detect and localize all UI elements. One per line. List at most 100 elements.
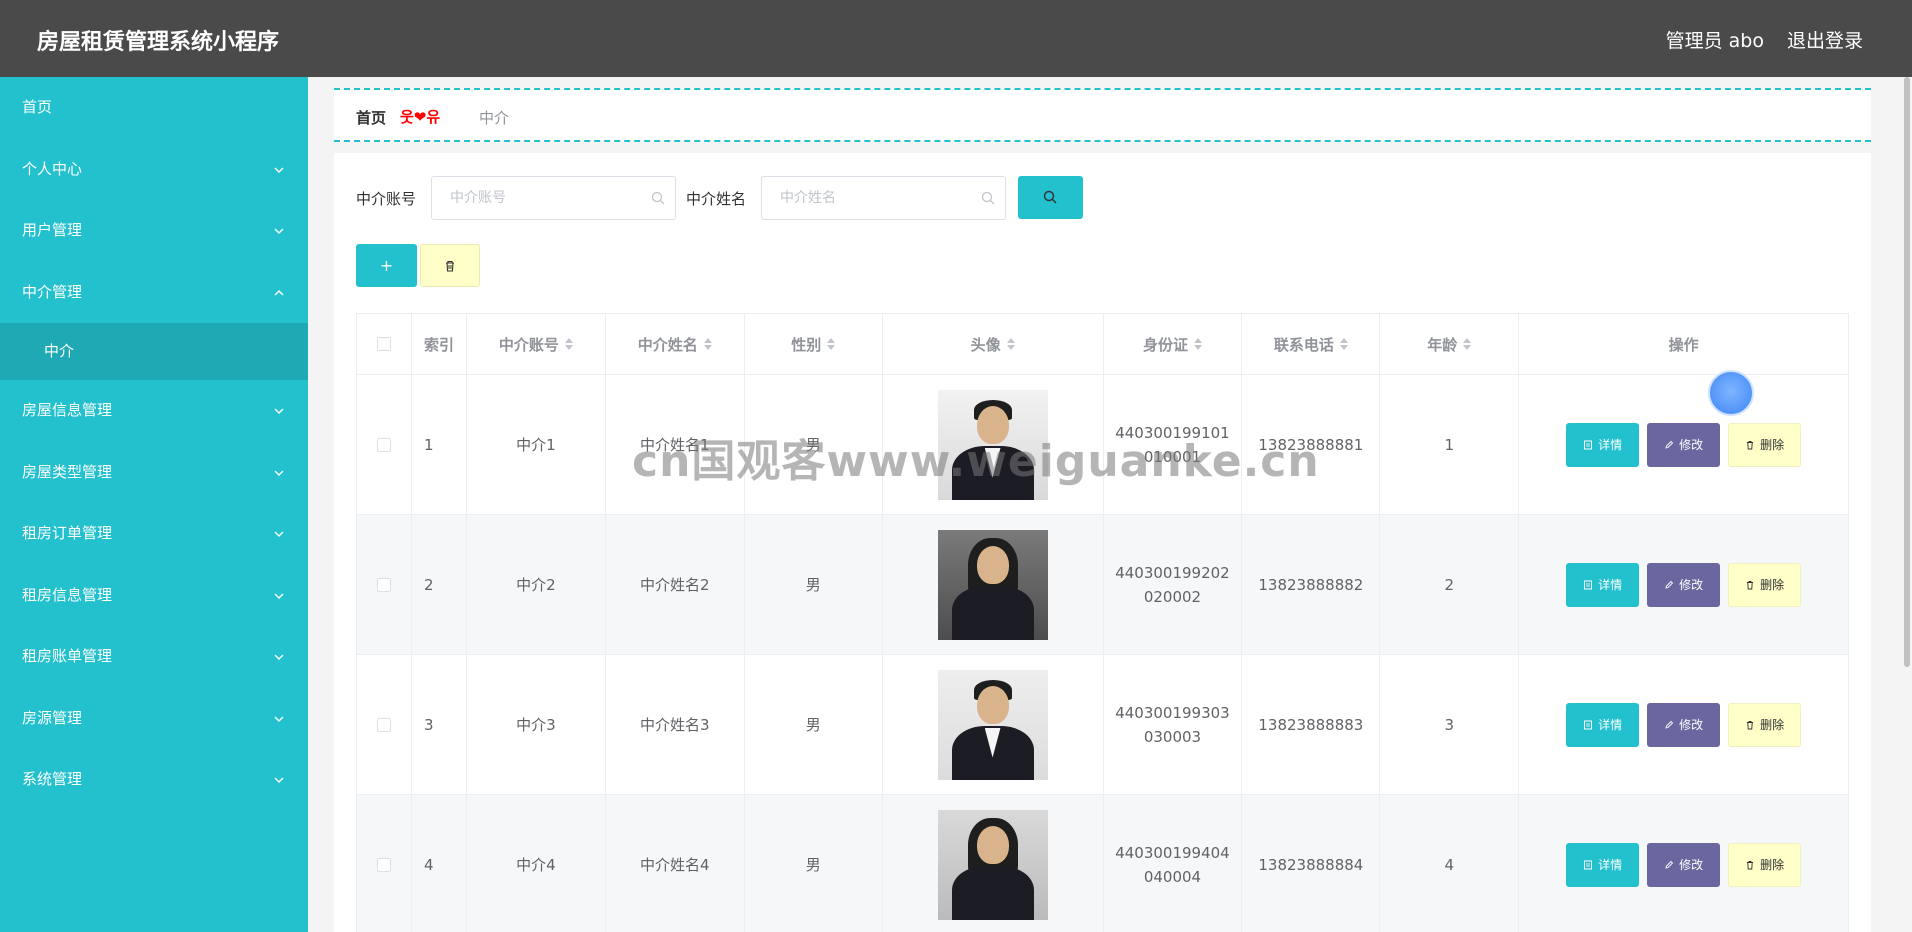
sidebar-item-rental-orders[interactable]: 租房订单管理: [0, 503, 308, 565]
row-select-cell: [357, 795, 412, 932]
avatar: [937, 529, 1048, 640]
cell-ops: 详情 修改 删除: [1519, 795, 1849, 932]
sidebar-item-system[interactable]: 系统管理: [0, 749, 308, 811]
add-button[interactable]: +: [356, 244, 417, 287]
header-ops: 操作: [1519, 314, 1849, 375]
sidebar-item-agent[interactable]: 中介: [0, 323, 308, 380]
edit-button[interactable]: 修改: [1647, 702, 1721, 747]
floating-assistant-button[interactable]: [1708, 370, 1754, 416]
delete-button[interactable]: 删除: [1728, 702, 1802, 747]
chevron-down-icon: [274, 470, 284, 476]
sidebar-item-house-info[interactable]: 房屋信息管理: [0, 380, 308, 442]
cell-avatar: [882, 795, 1104, 932]
detail-button[interactable]: 详情: [1566, 842, 1640, 887]
sidebar-item-user-management[interactable]: 用户管理: [0, 200, 308, 262]
search-icon: [651, 191, 665, 205]
chevron-down-icon: [274, 593, 284, 599]
chevron-down-icon: [274, 228, 284, 234]
row-checkbox[interactable]: [376, 437, 391, 452]
cell-ops: 详情 修改 删除: [1519, 515, 1849, 655]
header-label: 中介姓名: [637, 335, 698, 354]
select-all-checkbox[interactable]: [376, 337, 391, 351]
detail-button[interactable]: 详情: [1566, 422, 1640, 467]
document-icon: [1584, 720, 1593, 729]
header-name[interactable]: 中介姓名: [605, 314, 745, 375]
cell-account: 中介3: [466, 655, 606, 795]
search-button[interactable]: [1018, 176, 1083, 219]
delete-button[interactable]: 删除: [1728, 842, 1802, 887]
scrollbar-thumb[interactable]: [1904, 77, 1910, 667]
page-scrollbar[interactable]: [1902, 77, 1912, 932]
breadcrumb-separator: 웃❤유: [400, 108, 441, 126]
sort-icon[interactable]: [1339, 338, 1348, 350]
cell-phone: 13823888882: [1242, 515, 1381, 655]
header-label: 年龄: [1427, 335, 1458, 354]
cell-gender: 男: [744, 795, 883, 932]
chevron-down-icon: [274, 777, 284, 783]
edit-button[interactable]: 修改: [1647, 422, 1721, 467]
sort-icon[interactable]: [1006, 338, 1015, 350]
cell-idcard: 440300199303030003: [1103, 655, 1243, 795]
sort-icon[interactable]: [1193, 338, 1202, 350]
row-checkbox[interactable]: [376, 577, 391, 592]
edit-button[interactable]: 修改: [1647, 562, 1721, 607]
sidebar-item-label: 租房信息管理: [22, 585, 113, 604]
header-label: 性别: [791, 335, 822, 354]
batch-delete-button[interactable]: [420, 244, 480, 287]
cell-index: 4: [411, 795, 467, 932]
edit-button[interactable]: 修改: [1647, 842, 1721, 887]
cell-name: 中介姓名1: [605, 375, 745, 515]
delete-button[interactable]: 删除: [1728, 422, 1802, 467]
header-age[interactable]: 年龄: [1380, 314, 1520, 375]
button-label: 删除: [1760, 438, 1785, 452]
pencil-icon: [1665, 440, 1674, 449]
pencil-icon: [1665, 860, 1674, 869]
header-phone[interactable]: 联系电话: [1242, 314, 1381, 375]
sort-icon[interactable]: [827, 338, 836, 350]
breadcrumb: 首页 웃❤유 中介: [334, 88, 1871, 142]
sidebar-item-rental-info[interactable]: 租房信息管理: [0, 565, 308, 627]
delete-button[interactable]: 删除: [1728, 562, 1802, 607]
header-account[interactable]: 中介账号: [466, 314, 606, 375]
agent-name-input[interactable]: 中介姓名: [761, 176, 1006, 220]
cell-phone: 13823888881: [1242, 375, 1381, 515]
row-checkbox[interactable]: [376, 717, 391, 732]
header-idcard[interactable]: 身份证: [1103, 314, 1243, 375]
detail-button[interactable]: 详情: [1566, 562, 1640, 607]
logout-link[interactable]: 退出登录: [1787, 26, 1863, 53]
cell-avatar: [882, 655, 1104, 795]
cell-phone: 13823888883: [1242, 655, 1381, 795]
cell-name: 中介姓名2: [605, 515, 745, 655]
detail-button[interactable]: 详情: [1566, 702, 1640, 747]
sort-icon[interactable]: [703, 338, 712, 350]
header-gender[interactable]: 性别: [744, 314, 883, 375]
table-header-row: 索引 中介账号 中介姓名 性别 头像 身份证 联系电话 年龄 操作: [357, 314, 1849, 375]
sidebar-item-home[interactable]: 首页: [0, 77, 308, 139]
agent-account-input[interactable]: 中介账号: [431, 176, 676, 220]
breadcrumb-home[interactable]: 首页: [356, 107, 386, 128]
sidebar-item-label: 中介: [44, 342, 75, 360]
button-label: 修改: [1679, 438, 1704, 452]
sidebar-item-label: 用户管理: [22, 221, 83, 239]
sort-icon[interactable]: [1463, 338, 1472, 350]
cell-index: 2: [411, 515, 467, 655]
button-label: 详情: [1598, 858, 1623, 872]
table-row: 1 中介1 中介姓名1 男 440300199101010001 1382388…: [357, 375, 1849, 515]
sidebar-item-house-type[interactable]: 房屋类型管理: [0, 442, 308, 504]
sidebar-item-label: 房屋信息管理: [22, 401, 113, 419]
cell-phone: 13823888884: [1242, 795, 1381, 932]
header-avatar[interactable]: 头像: [882, 314, 1104, 375]
sidebar-item-personal-center[interactable]: 个人中心: [0, 139, 308, 201]
sidebar-item-rental-bills[interactable]: 租房账单管理: [0, 626, 308, 688]
sort-icon[interactable]: [564, 338, 573, 350]
idcard-text: 440300199303030003: [1115, 703, 1230, 746]
row-checkbox[interactable]: [376, 857, 391, 872]
chevron-down-icon: [274, 531, 284, 537]
sidebar-item-listings[interactable]: 房源管理: [0, 688, 308, 750]
cell-name: 中介姓名4: [605, 795, 745, 932]
header-index: 索引: [411, 314, 467, 375]
trash-icon: [1747, 860, 1754, 869]
chevron-down-icon: [274, 716, 284, 722]
trash-icon: [1747, 440, 1754, 449]
sidebar-item-agent-management[interactable]: 中介管理: [0, 262, 308, 324]
